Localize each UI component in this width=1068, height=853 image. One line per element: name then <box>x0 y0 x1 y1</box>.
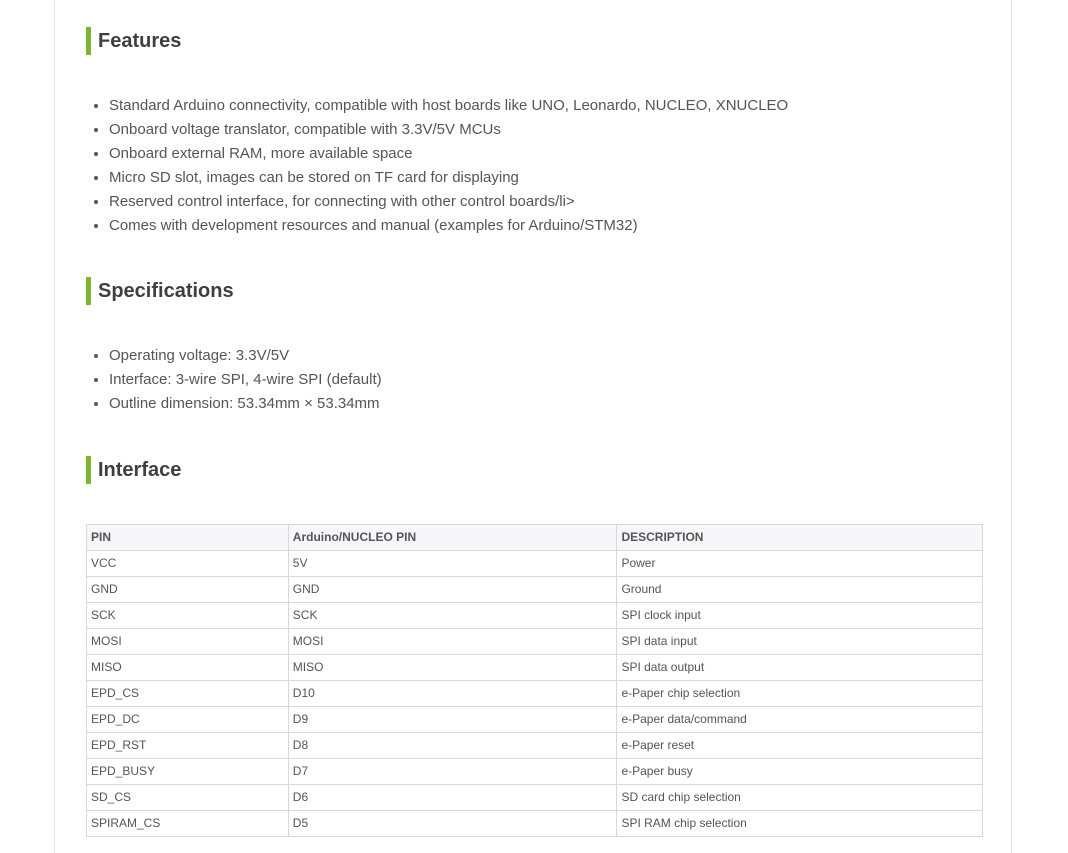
cell-pin: EPD_DC <box>86 706 289 733</box>
table-row: VCC 5V Power <box>86 550 983 577</box>
table-row: EPD_CS D10 e-Paper chip selection <box>86 680 983 707</box>
interface-pin-table: PIN Arduino/NUCLEO PIN DESCRIPTION VCC 5… <box>86 524 983 837</box>
cell-pin: EPD_BUSY <box>86 758 289 785</box>
table-row: EPD_RST D8 e-Paper reset <box>86 732 983 759</box>
cell-board-pin: MOSI <box>287 628 618 655</box>
heading-accent-bar <box>86 277 91 305</box>
cell-description: e-Paper data/command <box>616 706 983 733</box>
cell-pin: GND <box>86 576 289 603</box>
cell-board-pin: SCK <box>287 602 618 629</box>
specifications-heading: Specifications <box>86 277 234 305</box>
cell-board-pin: D6 <box>287 784 618 811</box>
cell-description: Power <box>616 550 983 577</box>
column-header-board-pin: Arduino/NUCLEO PIN <box>287 524 618 551</box>
column-header-description: DESCRIPTION <box>616 524 983 551</box>
cell-board-pin: D5 <box>287 810 618 837</box>
cell-board-pin: D8 <box>287 732 618 759</box>
list-item: Onboard voltage translator, compatible w… <box>109 118 788 142</box>
cell-description: e-Paper busy <box>616 758 983 785</box>
list-item: Standard Arduino connectivity, compatibl… <box>109 94 788 118</box>
cell-description: SPI clock input <box>616 602 983 629</box>
cell-description: e-Paper chip selection <box>616 680 983 707</box>
list-item: Interface: 3-wire SPI, 4-wire SPI (defau… <box>109 368 382 392</box>
table-row: EPD_BUSY D7 e-Paper busy <box>86 758 983 785</box>
table-row: SCK SCK SPI clock input <box>86 602 983 629</box>
cell-board-pin: D9 <box>287 706 618 733</box>
table-row: EPD_DC D9 e-Paper data/command <box>86 706 983 733</box>
cell-board-pin: MISO <box>287 654 618 681</box>
cell-pin: EPD_CS <box>86 680 289 707</box>
cell-description: Ground <box>616 576 983 603</box>
specifications-title: Specifications <box>98 280 234 302</box>
list-item: Outline dimension: 53.34mm × 53.34mm <box>109 392 382 416</box>
table-header-row: PIN Arduino/NUCLEO PIN DESCRIPTION <box>86 524 983 551</box>
list-item: Comes with development resources and man… <box>109 214 788 238</box>
table-row: SD_CS D6 SD card chip selection <box>86 784 983 811</box>
features-title: Features <box>98 30 182 52</box>
list-item: Reserved control interface, for connecti… <box>109 190 788 214</box>
list-item: Onboard external RAM, more available spa… <box>109 142 788 166</box>
cell-pin: EPD_RST <box>86 732 289 759</box>
cell-description: e-Paper reset <box>616 732 983 759</box>
interface-title: Interface <box>98 459 182 481</box>
cell-description: SPI data input <box>616 628 983 655</box>
cell-pin: MISO <box>86 654 289 681</box>
heading-accent-bar <box>86 456 91 484</box>
features-heading: Features <box>86 27 181 55</box>
cell-pin: SPIRAM_CS <box>86 810 289 837</box>
cell-pin: VCC <box>86 550 289 577</box>
interface-heading: Interface <box>86 456 181 484</box>
cell-board-pin: D10 <box>287 680 618 707</box>
cell-pin: SCK <box>86 602 289 629</box>
cell-board-pin: D7 <box>287 758 618 785</box>
table-row: MOSI MOSI SPI data input <box>86 628 983 655</box>
cell-pin: SD_CS <box>86 784 289 811</box>
cell-pin: MOSI <box>86 628 289 655</box>
list-item: Operating voltage: 3.3V/5V <box>109 344 382 368</box>
column-header-pin: PIN <box>86 524 289 551</box>
table-row: SPIRAM_CS D5 SPI RAM chip selection <box>86 810 983 837</box>
cell-board-pin: GND <box>287 576 618 603</box>
table-row: GND GND Ground <box>86 576 983 603</box>
features-list: Standard Arduino connectivity, compatibl… <box>90 94 788 238</box>
cell-board-pin: 5V <box>287 550 618 577</box>
content-page: Features Standard Arduino connectivity, … <box>54 0 1012 853</box>
specifications-list: Operating voltage: 3.3V/5V Interface: 3-… <box>90 344 382 416</box>
cell-description: SPI data output <box>616 654 983 681</box>
cell-description: SD card chip selection <box>616 784 983 811</box>
table-row: MISO MISO SPI data output <box>86 654 983 681</box>
cell-description: SPI RAM chip selection <box>616 810 983 837</box>
list-item: Micro SD slot, images can be stored on T… <box>109 166 788 190</box>
heading-accent-bar <box>86 27 91 55</box>
